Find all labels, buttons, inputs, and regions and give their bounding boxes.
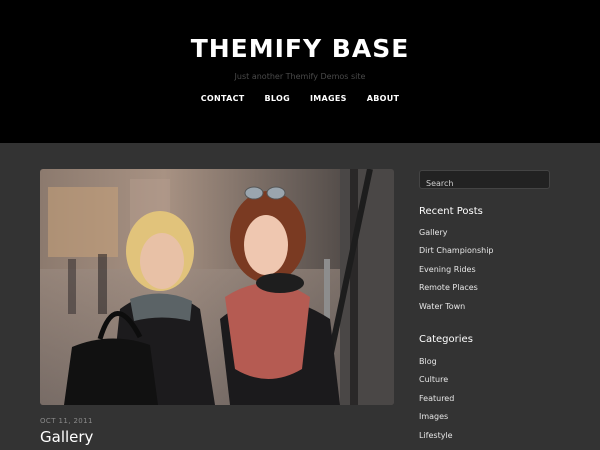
list-item: Remote Places bbox=[419, 283, 494, 301]
category-link[interactable]: Culture bbox=[419, 375, 448, 384]
featured-photo bbox=[40, 169, 394, 405]
recent-post-link[interactable]: Water Town bbox=[419, 302, 465, 311]
list-item: Water Town bbox=[419, 302, 494, 320]
list-item: Lifestyle bbox=[419, 431, 454, 449]
category-link[interactable]: Images bbox=[419, 412, 448, 421]
site-header: THEMIFY BASE Just another Themify Demos … bbox=[0, 0, 600, 143]
list-item: Images bbox=[419, 412, 454, 430]
recent-posts-list: Gallery Dirt Championship Evening Rides … bbox=[419, 228, 494, 320]
category-link[interactable]: Featured bbox=[419, 394, 454, 403]
category-link[interactable]: Lifestyle bbox=[419, 431, 453, 440]
recent-post-link[interactable]: Gallery bbox=[419, 228, 448, 237]
nav-about[interactable]: ABOUT bbox=[367, 92, 400, 105]
list-item: Featured bbox=[419, 394, 454, 412]
list-item: Culture bbox=[419, 375, 454, 393]
list-item: Blog bbox=[419, 357, 454, 375]
categories-list: Blog Culture Featured Images Lifestyle bbox=[419, 357, 454, 449]
search-input[interactable] bbox=[420, 175, 549, 192]
list-item: Dirt Championship bbox=[419, 246, 494, 264]
post-date: OCT 11, 2011 bbox=[40, 417, 93, 425]
categories-title: Categories bbox=[419, 334, 473, 345]
main-nav: CONTACT BLOG IMAGES ABOUT bbox=[0, 92, 600, 105]
recent-post-link[interactable]: Evening Rides bbox=[419, 265, 476, 274]
site-tagline: Just another Themify Demos site bbox=[234, 72, 366, 81]
list-item: Gallery bbox=[419, 228, 494, 246]
site-title[interactable]: THEMIFY BASE bbox=[0, 34, 600, 63]
nav-images[interactable]: IMAGES bbox=[310, 92, 347, 105]
category-link[interactable]: Blog bbox=[419, 357, 437, 366]
recent-posts-title: Recent Posts bbox=[419, 206, 483, 217]
recent-post-link[interactable]: Dirt Championship bbox=[419, 246, 494, 255]
nav-contact[interactable]: CONTACT bbox=[201, 92, 245, 105]
post-featured-image[interactable] bbox=[40, 169, 394, 405]
recent-post-link[interactable]: Remote Places bbox=[419, 283, 478, 292]
post-title[interactable]: Gallery bbox=[40, 428, 93, 446]
nav-blog[interactable]: BLOG bbox=[265, 92, 290, 105]
list-item: Evening Rides bbox=[419, 265, 494, 283]
search-box bbox=[419, 170, 550, 192]
